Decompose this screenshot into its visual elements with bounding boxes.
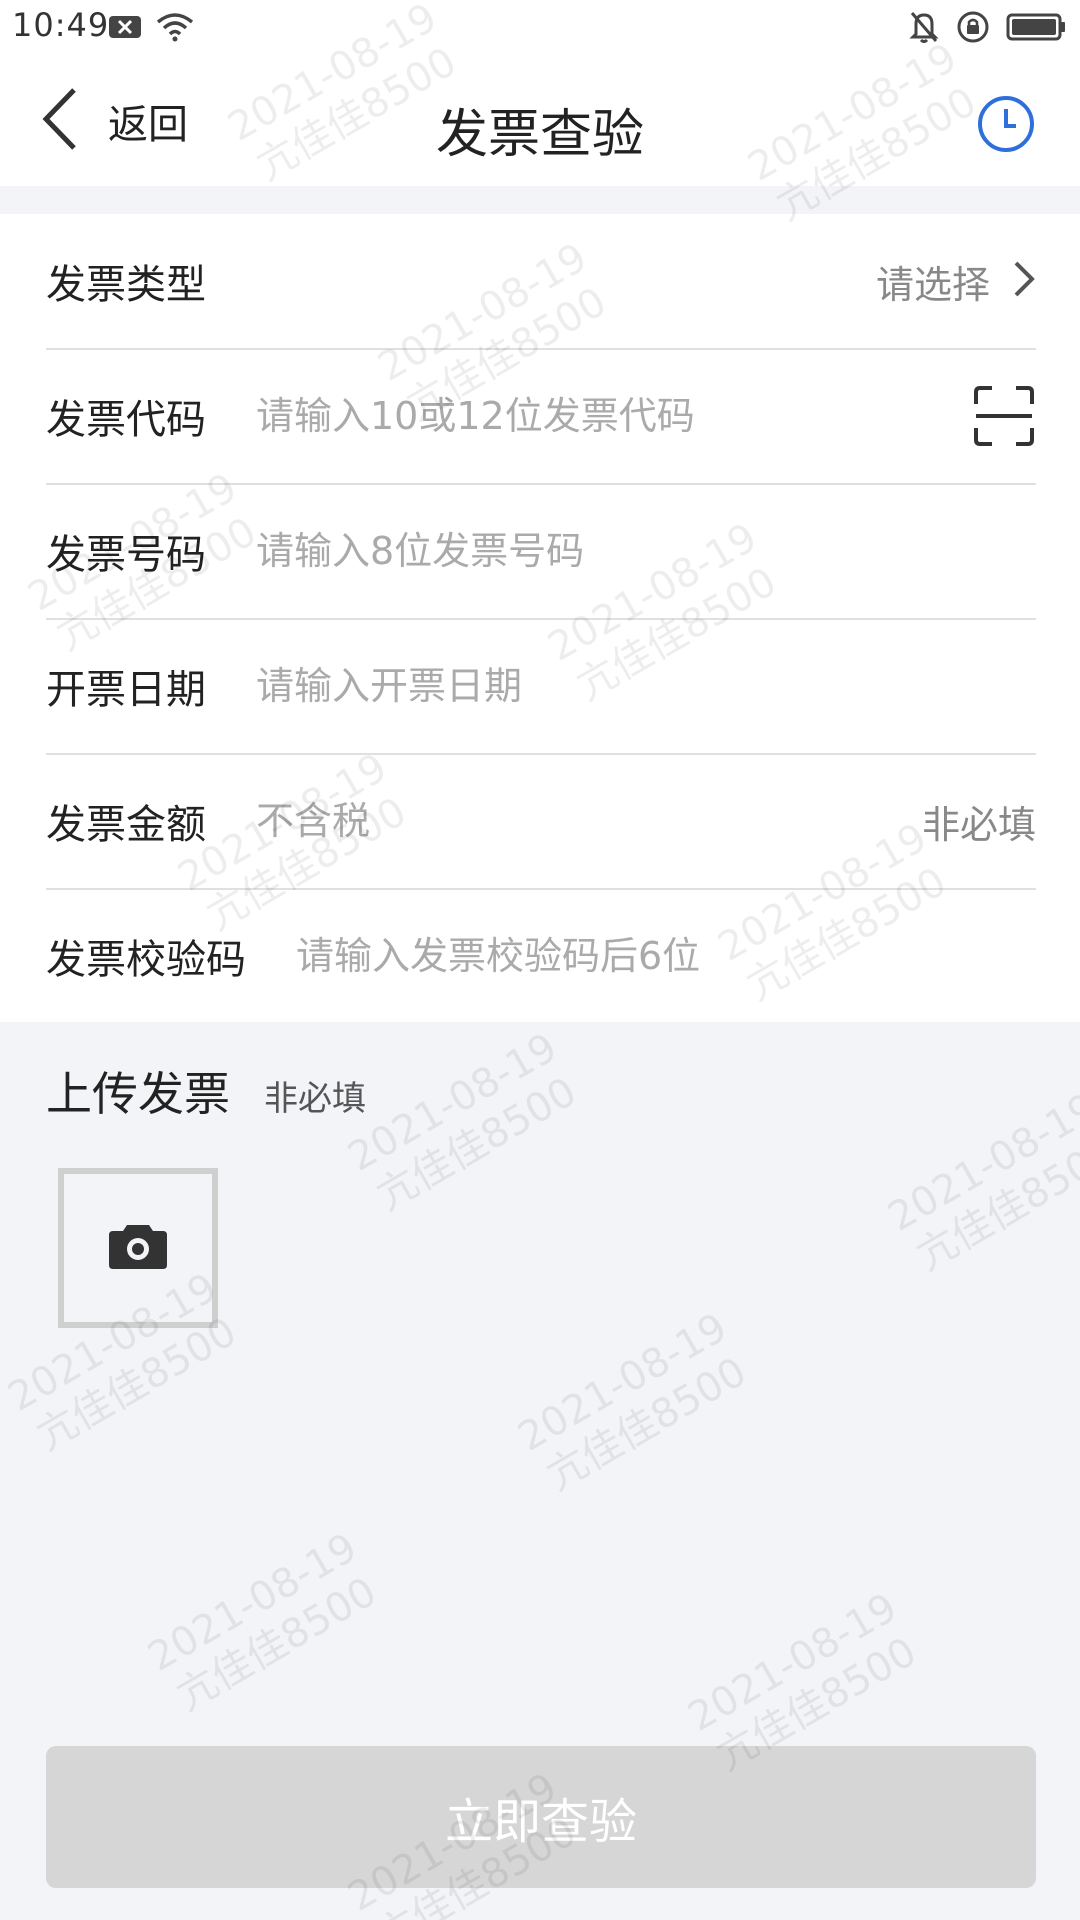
history-button[interactable] <box>976 94 1036 154</box>
watermark-name: 亢佳佳8500 <box>169 1568 385 1720</box>
issue-date-row: 开票日期 <box>46 619 1036 755</box>
watermark-date: 2021-08-19 <box>880 1084 1080 1241</box>
battery-icon <box>1006 13 1066 45</box>
nav-bar: 返回 发票查验 <box>0 56 1080 186</box>
camera-icon <box>107 1221 169 1275</box>
status-bar: 10:49 <box>0 0 1080 56</box>
watermark: 2021-08-19 亢佳佳8500 <box>140 1524 389 1723</box>
upload-title: 上传发票 <box>46 1067 230 1121</box>
invoice-form: 发票类型 请选择 发票代码 发票号码 开票日期 <box>0 214 1080 1022</box>
invoice-amount-optional: 非必填 <box>921 802 1036 847</box>
watermark: 2021-08-19 亢佳佳8500 <box>510 1304 759 1503</box>
watermark-name: 亢佳佳8500 <box>539 1348 755 1500</box>
invoice-code-row: 发票代码 <box>46 349 1036 485</box>
invoice-amount-label: 发票金额 <box>46 802 206 848</box>
invoice-type-row[interactable]: 发票类型 请选择 <box>46 214 1036 350</box>
issue-date-input[interactable] <box>256 656 1036 716</box>
watermark-date: 2021-08-19 <box>510 1304 735 1461</box>
scan-icon[interactable] <box>972 384 1036 448</box>
invoice-type-label: 发票类型 <box>46 262 206 308</box>
upload-photo-button[interactable] <box>58 1168 218 1328</box>
invoice-amount-input[interactable] <box>256 791 922 851</box>
invoice-number-row: 发票号码 <box>46 484 1036 620</box>
invoice-amount-row: 发票金额 非必填 <box>46 754 1036 890</box>
notification-x-icon <box>108 14 142 44</box>
check-code-label: 发票校验码 <box>46 937 246 983</box>
watermark-date: 2021-08-19 <box>340 1024 565 1181</box>
invoice-code-input[interactable] <box>256 386 972 446</box>
verify-now-button[interactable]: 立即查验 <box>46 1746 1036 1888</box>
watermark-name: 亢佳佳8500 <box>369 1068 585 1220</box>
rotation-lock-icon <box>956 10 990 48</box>
watermark: 2021-08-19 亢佳佳8500 <box>880 1084 1080 1283</box>
invoice-number-input[interactable] <box>256 521 1036 581</box>
invoice-type-select[interactable]: 请选择 <box>256 214 1036 348</box>
check-code-row: 发票校验码 <box>46 889 1036 1023</box>
watermark-date: 2021-08-19 <box>140 1524 365 1681</box>
status-left-icons <box>108 12 194 46</box>
watermark: 2021-08-19 亢佳佳8500 <box>340 1024 589 1223</box>
bell-off-icon <box>908 10 940 48</box>
check-code-input[interactable] <box>296 926 1036 986</box>
watermark-name: 亢佳佳8500 <box>29 1308 245 1460</box>
status-time: 10:49 <box>12 6 110 44</box>
chevron-right-icon <box>1012 259 1036 303</box>
status-right-icons <box>908 10 1066 48</box>
clock-icon <box>976 96 1036 158</box>
invoice-type-value: 请选择 <box>875 262 990 307</box>
watermark-date: 2021-08-19 <box>680 1584 905 1741</box>
upload-section: 上传发票 非必填 <box>46 1058 366 1124</box>
upload-optional: 非必填 <box>264 1079 366 1119</box>
invoice-number-label: 发票号码 <box>46 532 206 578</box>
invoice-code-label: 发票代码 <box>46 397 206 443</box>
page-title: 发票查验 <box>435 105 644 165</box>
wifi-icon <box>156 12 194 46</box>
issue-date-label: 开票日期 <box>46 667 206 713</box>
watermark-name: 亢佳佳8500 <box>909 1128 1080 1280</box>
